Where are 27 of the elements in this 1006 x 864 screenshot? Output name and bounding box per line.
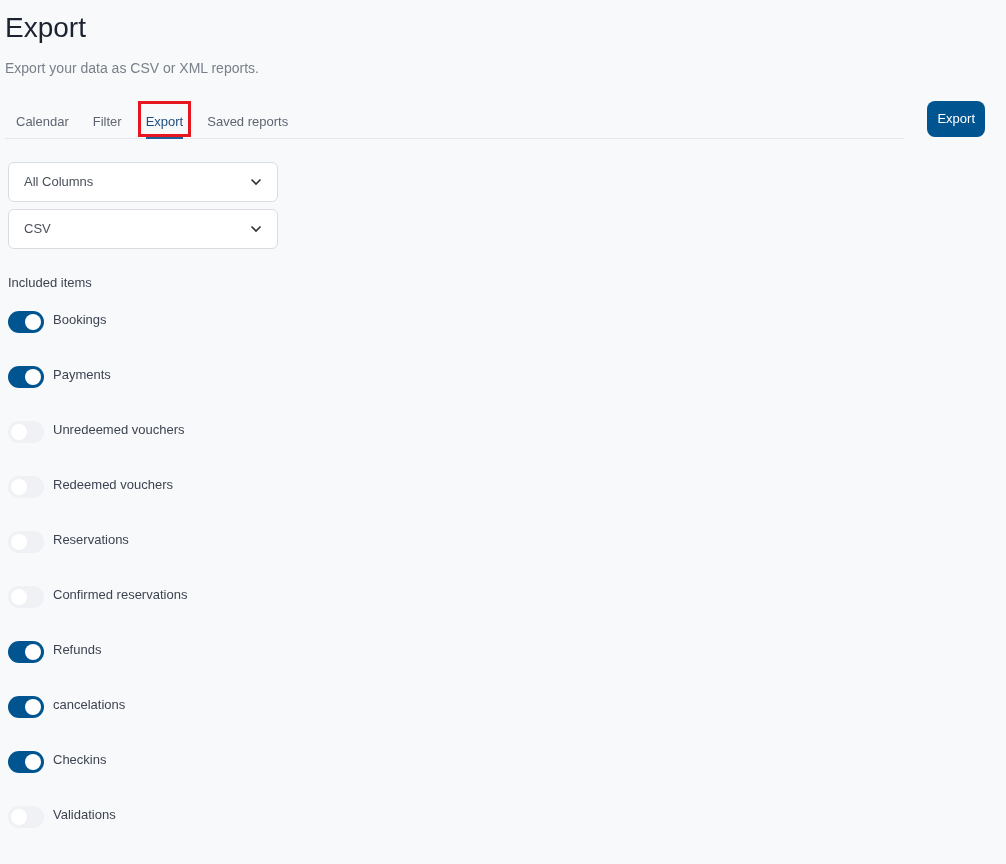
chevron-down-icon (250, 178, 262, 186)
toggle-label: cancelations (53, 695, 126, 714)
toggle-label: Validations (53, 805, 116, 824)
toggle-label: Checkins (53, 750, 107, 769)
toggle-label: Refunds (53, 640, 102, 659)
dropdown[interactable]: All Columns (8, 162, 278, 202)
toggle-label: Bookings (53, 310, 107, 329)
chevron-down-icon (250, 225, 262, 233)
tab[interactable]: Calendar (16, 107, 69, 139)
section-heading: Included items (8, 274, 92, 292)
tab[interactable]: Export (145, 107, 184, 139)
toggle-switch[interactable] (8, 695, 44, 718)
toggle-label: Payments (53, 365, 111, 384)
export-button[interactable]: Export (927, 101, 985, 137)
toggle-switch[interactable] (8, 365, 44, 388)
tab[interactable]: Filter (92, 107, 122, 139)
toggle-label: Confirmed reservations (53, 585, 188, 604)
page-title: Export (5, 12, 86, 44)
page-subtitle: Export your data as CSV or XML reports. (5, 59, 259, 78)
toggle-label: Reservations (53, 530, 129, 549)
toggle-switch[interactable] (8, 750, 44, 773)
toggle-switch[interactable] (8, 310, 44, 333)
toggle-label: Redeemed vouchers (53, 475, 173, 494)
toggle-label: Unredeemed vouchers (53, 420, 185, 439)
tab[interactable]: Saved reports (207, 107, 289, 139)
dropdown[interactable]: CSV (8, 209, 278, 249)
toggle-switch[interactable] (8, 640, 44, 663)
